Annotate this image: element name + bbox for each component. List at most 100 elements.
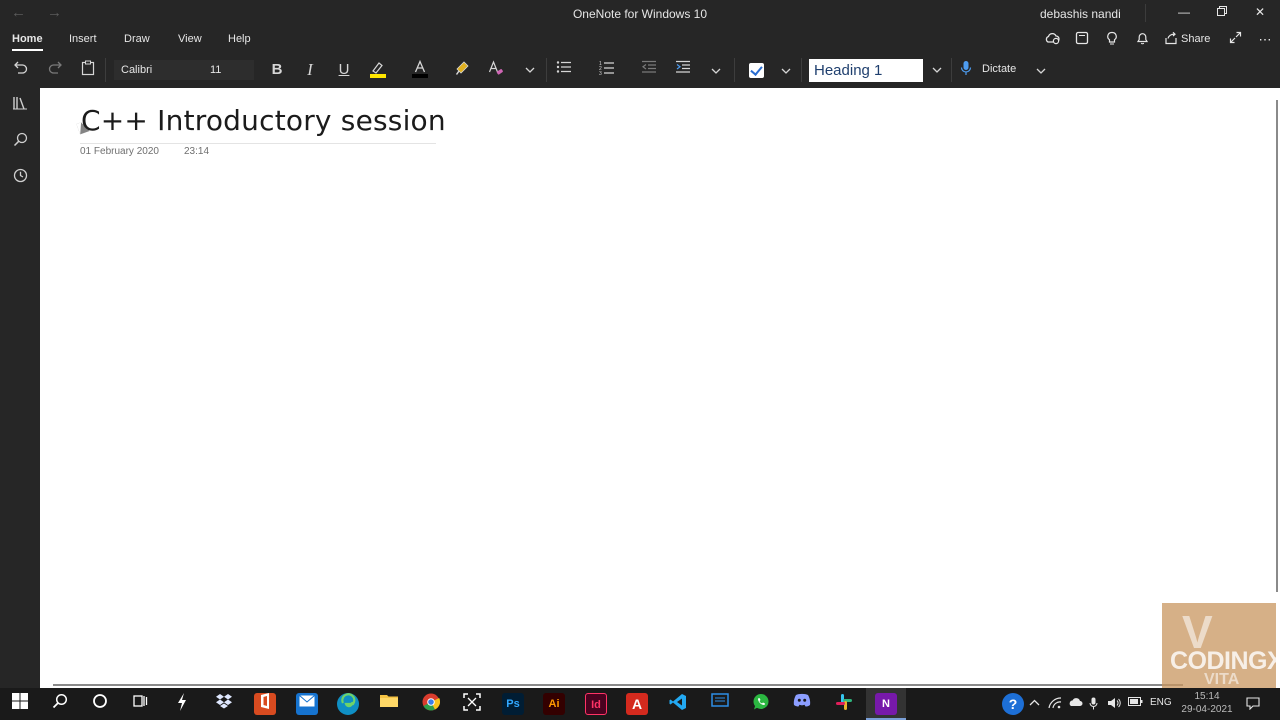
office-icon[interactable]	[254, 693, 276, 715]
taskbar-search-icon[interactable]	[49, 693, 71, 715]
format-painter-icon[interactable]	[452, 60, 474, 80]
onenote-taskbar-icon[interactable]: N	[875, 693, 897, 715]
tab-help[interactable]: Help	[228, 33, 251, 45]
sync-status-icon[interactable]	[1043, 31, 1061, 49]
chevron-down-icon[interactable]	[775, 60, 797, 80]
tab-draw[interactable]: Draw	[124, 33, 150, 45]
launcher-app-icon[interactable]	[171, 693, 193, 715]
onedrive-cloud-icon[interactable]	[1068, 697, 1083, 710]
title-bar: ← → OneNote for Windows 10 debashis nand…	[0, 0, 1280, 28]
mail-icon[interactable]	[296, 693, 318, 715]
share-button[interactable]: Share	[1181, 33, 1210, 45]
clock-date: 29-04-2021	[1181, 704, 1233, 715]
title-divider	[80, 143, 436, 144]
page-title[interactable]: C++ Introductory session	[81, 104, 446, 137]
photoshop-icon[interactable]: Ps	[502, 693, 524, 715]
illustrator-icon[interactable]: Ai	[543, 693, 565, 715]
minimize-icon[interactable]: —	[1174, 5, 1194, 21]
expand-icon[interactable]	[1226, 31, 1244, 49]
chrome-icon[interactable]	[420, 693, 442, 715]
lightbulb-icon[interactable]	[1103, 31, 1121, 49]
codingx-watermark: V CODINGX VITA	[1162, 603, 1276, 688]
wifi-icon[interactable]	[1048, 697, 1062, 712]
file-explorer-icon[interactable]	[378, 693, 400, 715]
ribbon-separator	[801, 58, 802, 82]
menu-bar: Home Insert Draw View Help Share ⋯	[0, 28, 1280, 52]
ribbon-separator	[546, 58, 547, 82]
help-icon[interactable]: ?	[1002, 693, 1024, 715]
tab-home[interactable]: Home	[12, 33, 43, 51]
font-size-box[interactable]: 11	[204, 60, 254, 80]
page-date: 01 February 2020	[80, 146, 159, 157]
cortana-icon[interactable]	[89, 693, 111, 715]
dictate-button[interactable]: Dictate	[982, 63, 1016, 75]
undo-icon[interactable]	[10, 60, 32, 80]
redo-icon[interactable]	[44, 60, 66, 80]
more-options-icon[interactable]: ⋯	[1256, 31, 1274, 49]
style-selector[interactable]: Heading 1	[809, 59, 923, 82]
search-icon[interactable]	[9, 131, 31, 153]
italic-button[interactable]: I	[299, 60, 321, 80]
horizontal-scrollbar[interactable]	[53, 684, 1183, 686]
edge-browser-icon[interactable]	[337, 693, 359, 715]
system-clock[interactable]: 15:14 29-04-2021	[1180, 689, 1234, 716]
svg-text:3: 3	[599, 71, 602, 75]
slack-icon[interactable]	[833, 693, 855, 715]
ribbon-separator	[105, 58, 106, 82]
font-color-swatch	[412, 74, 428, 78]
tab-insert[interactable]: Insert	[69, 33, 97, 45]
chevron-down-icon[interactable]	[927, 60, 947, 80]
indesign-icon[interactable]: Id	[585, 693, 607, 715]
page-time: 23:14	[184, 146, 210, 157]
ribbon-separator	[734, 58, 735, 82]
restore-icon[interactable]	[1212, 5, 1232, 21]
reader-app-icon[interactable]	[709, 693, 731, 715]
windows-taskbar: Ps Ai Id A N ? ENG 15:14 29-04-2021	[0, 688, 1280, 720]
clock-time: 15:14	[1194, 691, 1220, 702]
action-center-icon[interactable]	[1246, 697, 1260, 713]
windows-start-icon[interactable]	[9, 693, 31, 715]
chevron-down-icon[interactable]	[705, 60, 727, 80]
watermark-logo-subtext: VITA	[1204, 671, 1240, 688]
user-name[interactable]: debashis nandi	[1040, 7, 1121, 21]
task-view-icon[interactable]	[129, 693, 151, 715]
volume-icon[interactable]	[1107, 697, 1121, 712]
snipping-tool-icon[interactable]	[461, 693, 483, 715]
chevron-down-icon[interactable]	[519, 60, 541, 80]
font-name-box[interactable]: Calibri	[114, 60, 206, 80]
language-indicator[interactable]: ENG	[1150, 697, 1172, 708]
clipboard-icon[interactable]	[77, 60, 99, 80]
close-icon[interactable]: ✕	[1250, 5, 1270, 21]
share-icon[interactable]	[1162, 31, 1180, 49]
todo-checkbox-icon[interactable]	[749, 63, 764, 78]
navigation-rail	[0, 88, 40, 688]
whatsapp-icon[interactable]	[750, 693, 772, 715]
clear-formatting-icon[interactable]	[485, 60, 507, 80]
increase-indent-icon[interactable]	[672, 60, 694, 80]
battery-icon[interactable]	[1128, 697, 1143, 709]
underline-button[interactable]: U	[333, 60, 355, 80]
ribbon-separator	[951, 58, 952, 82]
acrobat-icon[interactable]: A	[626, 693, 648, 715]
title-separator	[1145, 4, 1146, 22]
dropbox-icon[interactable]	[213, 693, 235, 715]
bullet-list-icon[interactable]	[553, 60, 575, 80]
vscode-icon[interactable]	[667, 693, 689, 715]
ribbon-toolbar: Calibri 11 B I U 123 Heading 1 Dictate	[0, 52, 1280, 88]
microphone-tray-icon[interactable]	[1089, 697, 1098, 713]
recent-notes-clock-icon[interactable]	[9, 167, 31, 189]
notebooks-icon[interactable]	[9, 94, 31, 116]
decrease-indent-icon[interactable]	[638, 60, 660, 80]
page-canvas[interactable]: C++ Introductory session 01 February 202…	[40, 88, 1280, 688]
microphone-icon[interactable]	[955, 60, 977, 80]
tab-view[interactable]: View	[178, 33, 202, 45]
vertical-scrollbar[interactable]	[1276, 100, 1278, 592]
notifications-bell-icon[interactable]	[1133, 31, 1151, 49]
sticky-notes-icon[interactable]	[1073, 31, 1091, 49]
discord-icon[interactable]	[791, 693, 813, 715]
show-hidden-icons-chevron-icon[interactable]	[1029, 697, 1040, 709]
highlight-color-swatch	[370, 74, 386, 78]
numbered-list-icon[interactable]: 123	[596, 60, 618, 80]
chevron-down-icon[interactable]	[1030, 60, 1052, 80]
bold-button[interactable]: B	[266, 60, 288, 80]
